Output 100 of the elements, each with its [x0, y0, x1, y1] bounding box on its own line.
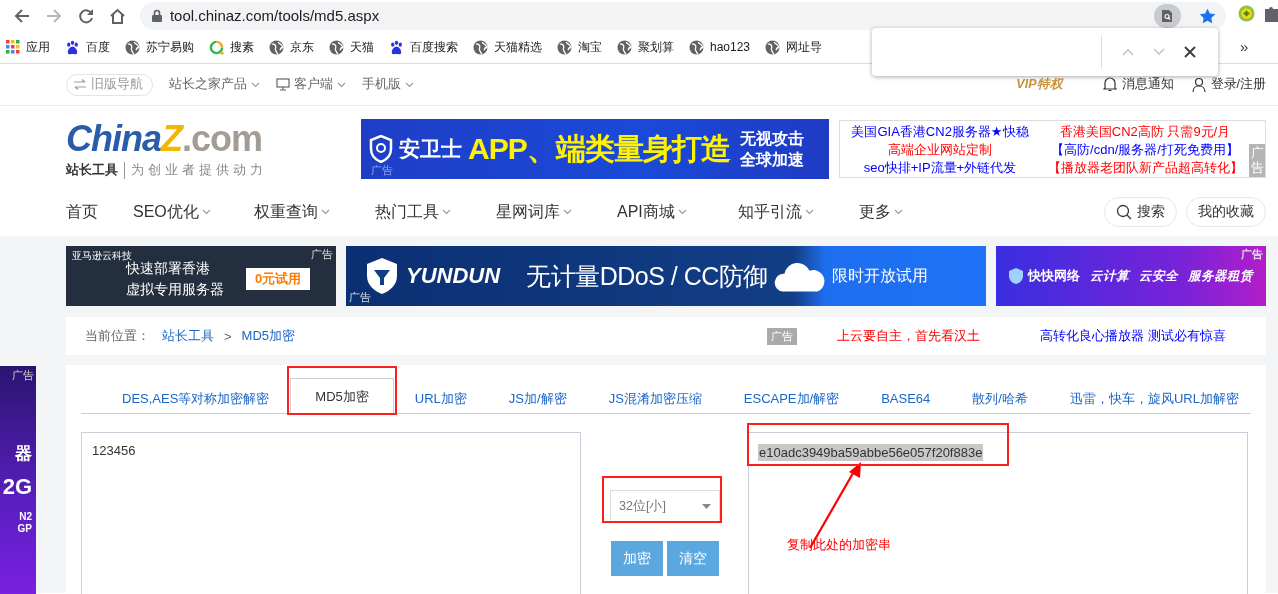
ad-link[interactable]: seo快排+IP流量+外链代发 [863, 159, 1017, 177]
puzzle-icon[interactable] [1265, 5, 1278, 22]
ad-link[interactable]: 上云要自主，首先看汉土 [837, 327, 981, 345]
nav-link[interactable]: API商城 [617, 201, 738, 223]
close-icon[interactable] [1184, 46, 1197, 58]
nav-link[interactable]: 首页 [66, 201, 133, 223]
site-logo[interactable]: ChinaZ.com [66, 119, 361, 158]
login-link[interactable]: 登录/注册 [1191, 76, 1266, 93]
bookmark[interactable]: hao123 [689, 39, 751, 55]
tab[interactable]: JS加/解密 [487, 382, 588, 414]
ad-label: 广告 [767, 327, 798, 345]
address-bar[interactable]: tool.chinaz.com/tools/md5.aspx [139, 1, 1226, 30]
tab[interactable]: DES,AES等对称加密解密 [101, 382, 291, 414]
tab[interactable]: URL加密 [393, 382, 488, 414]
nav-link[interactable]: 权重查询 [254, 201, 375, 223]
bookmark[interactable]: 应用 [6, 38, 50, 56]
globe-icon [329, 39, 344, 55]
bookmark[interactable]: 天猫精选 [473, 38, 542, 56]
reload-icon[interactable] [77, 7, 94, 24]
url-text: tool.chinaz.com/tools/md5.aspx [169, 7, 381, 24]
chevron-down-icon [563, 209, 572, 215]
chevron-down-icon [677, 209, 687, 215]
search-icon [1116, 204, 1132, 220]
shield-icon [369, 135, 393, 163]
chevron-down-icon [201, 209, 211, 215]
tab[interactable]: MD5加密 [290, 378, 394, 414]
bookmark[interactable]: 搜素 [209, 38, 254, 56]
bookmark[interactable]: 百度 [65, 38, 110, 56]
back-icon[interactable] [14, 7, 30, 24]
input-field[interactable]: 123456 [81, 432, 581, 594]
nav-link[interactable]: 热门工具 [375, 201, 496, 223]
bookmark[interactable]: 网址导 [765, 38, 823, 56]
nav-link[interactable]: 星网词库 [496, 201, 617, 223]
tab[interactable]: BASE64 [860, 382, 952, 414]
ad-link[interactable]: 香港美国CN2高防 只需9元/月 [1059, 122, 1231, 140]
slogan: 为创业者提供动力 [131, 161, 267, 179]
bookmark[interactable]: 京东 [269, 38, 314, 56]
ad-banner[interactable]: 亚马逊云科技 快速部署香港 虚拟专用服务器 0元试用 广告 [66, 246, 336, 306]
shield-icon [1008, 267, 1024, 285]
more-bookmarks-button[interactable]: » [1240, 38, 1249, 55]
nav-link[interactable]: SEO优化 [133, 201, 254, 223]
nav-link[interactable]: 更多 [859, 201, 980, 223]
paw-icon [65, 39, 80, 55]
ad-link[interactable]: 美国GIA香港CN2服务器★快稳 [851, 122, 1029, 140]
globe-icon [269, 39, 284, 55]
user-icon [1191, 77, 1206, 92]
bookmark[interactable]: 百度搜索 [389, 38, 458, 56]
ad-banner[interactable]: 广告 快快网络 云计算 云安全 服务器租赁 [996, 246, 1266, 306]
menu-link[interactable]: 手机版 [362, 76, 414, 93]
bookmark[interactable]: 淘宝 [557, 38, 602, 56]
chevron-down-icon [405, 81, 414, 88]
separator: > [224, 328, 232, 344]
lock-icon [151, 9, 162, 22]
globe-icon [617, 39, 632, 55]
tab[interactable]: 散列/哈希 [951, 382, 1049, 414]
bookmark[interactable]: 聚划算 [617, 38, 674, 56]
side-ad-banner[interactable]: 广告 器 2G N2 GP [0, 366, 36, 594]
logo-tagline: 站长工具 [66, 161, 125, 179]
ring-icon [209, 39, 224, 55]
page-search-icon[interactable] [1154, 3, 1181, 28]
paw-icon [389, 39, 404, 55]
chevron-down-icon [442, 209, 451, 215]
bookmark[interactable]: 苏宁易购 [125, 38, 194, 56]
chevron-down-icon [805, 209, 814, 215]
tab[interactable]: JS混淆加密压缩 [587, 382, 723, 414]
length-select[interactable]: 32位[小] [610, 490, 720, 522]
ad-link[interactable]: 高转化良心播放器 测试必有惊喜 [1040, 327, 1226, 345]
result-text: e10adc3949ba59abbe56e057f20f883e [758, 444, 984, 461]
bell-icon [1102, 77, 1117, 92]
tab[interactable]: ESCAPE加/解密 [722, 382, 861, 414]
chevron-down-icon [251, 81, 260, 88]
apps-grid-icon [6, 40, 20, 54]
globe-icon [557, 39, 572, 55]
menu-link[interactable]: 客户端 [276, 76, 346, 93]
nav-link[interactable]: 知乎引流 [738, 201, 859, 223]
globe-icon [125, 39, 140, 55]
swap-icon [73, 79, 87, 90]
ad-link[interactable]: 高端企业网站定制 [888, 141, 992, 158]
ad-label: 广告 [1249, 144, 1265, 177]
tab[interactable]: 迅雷，快车，旋风URL加解密 [1048, 382, 1260, 414]
ad-link[interactable]: 【播放器老团队新产品超高转化】 [1047, 159, 1243, 177]
breadcrumb-link[interactable]: 站长工具 [162, 327, 214, 345]
chevron-down-icon [321, 209, 330, 215]
ad-banner[interactable]: YUNDUN 无计量DDoS / CC防御 限时开放试用 广告 [346, 246, 986, 306]
breadcrumb-link[interactable]: MD5加密 [241, 327, 296, 345]
ad-link[interactable]: 【高防/cdn/服务器/打死免费用】 [1051, 141, 1239, 158]
globe-icon [765, 39, 781, 55]
extension-icon[interactable] [1238, 5, 1255, 22]
globe-icon [473, 39, 488, 55]
notification-link[interactable]: 消息通知 [1102, 76, 1174, 93]
monitor-icon [276, 78, 290, 91]
chevron-down-icon [894, 209, 903, 215]
star-icon[interactable] [1199, 7, 1216, 24]
bookmark[interactable]: 天猫 [329, 38, 374, 56]
menu-link[interactable]: 站长之家产品 [169, 76, 260, 93]
caret-icon [702, 503, 711, 509]
chevron-down-icon [337, 81, 346, 88]
home-icon[interactable] [109, 7, 127, 24]
breadcrumb-label: 当前位置： [85, 327, 150, 345]
globe-icon [689, 39, 704, 55]
